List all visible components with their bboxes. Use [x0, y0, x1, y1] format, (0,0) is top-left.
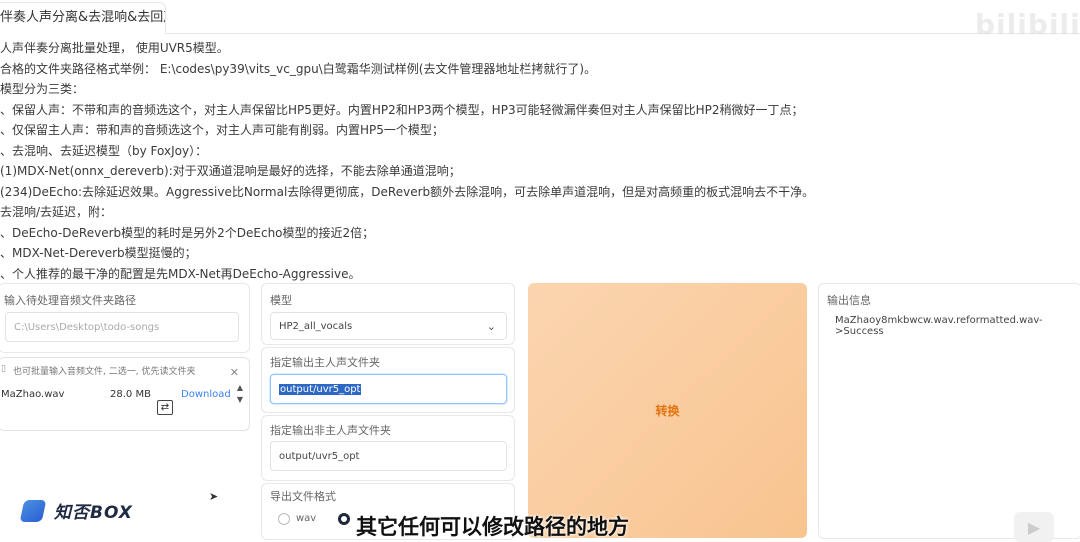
instruction-line: (234)DeEcho:去除延迟效果。Aggressive比Normal去除得更… [0, 184, 815, 199]
watermark-text: 知否BOX [54, 503, 133, 523]
vocal-folder-panel: 指定输出主人声文件夹 output/uvr5_opt [261, 347, 515, 413]
instruction-line: 、保留人声：不带和声的音频选这个，对主人声保留比HP5更好。内置HP2和HP3两… [0, 102, 804, 117]
convert-button[interactable]: 转换 [528, 283, 807, 538]
instruction-line: 、个人推荐的最干净的配置是先MDX-Net再DeEcho-Aggressive。 [0, 266, 361, 281]
output-label: 输出信息 [827, 294, 871, 307]
output-textbox[interactable]: MaZhaoy8mkbwcw.wav.reformatted.wav->Succ… [827, 312, 1075, 340]
watermark-logo: 知否BOX [19, 498, 133, 523]
model-select[interactable]: HP2_all_vocals ⌄ [270, 312, 507, 340]
input-folder-field[interactable]: C:\Users\Desktop\todo-songs [5, 312, 239, 342]
output-text: MaZhaoy8mkbwcw.wav.reformatted.wav->Succ… [835, 315, 1043, 337]
instructions: 人声伴奏分离批量处理， 使用UVR5模型。 合格的文件夹路径格式举例： E:\c… [0, 38, 1000, 284]
output-panel: 输出信息 MaZhaoy8mkbwcw.wav.reformatted.wav-… [818, 283, 1080, 539]
model-selected-value: HP2_all_vocals [279, 320, 353, 332]
model-panel: 模型 HP2_all_vocals ⌄ [261, 283, 515, 345]
format-radio-selected[interactable] [338, 513, 350, 525]
instruction-line: 合格的文件夹路径格式举例： E:\codes\py39\vits_vc_gpu\… [0, 61, 597, 76]
mouse-cursor-icon: ➤ [209, 490, 219, 503]
instruction-line: 、去混响、去延迟模型（by FoxJoy）： [0, 143, 208, 158]
play-icon[interactable]: ▶ [1014, 512, 1054, 542]
input-folder-label: 输入待处理音频文件夹路径 [4, 294, 136, 307]
input-folder-panel: 输入待处理音频文件夹路径 C:\Users\Desktop\todo-songs [0, 283, 250, 353]
format-option-wav: wav [296, 513, 317, 524]
file-size: 28.0 MB [110, 389, 151, 400]
file-upload-hint: 也可批量输入音频文件, 二选一, 优先读文件夹 [13, 367, 196, 377]
video-subtitle: 其它任何可以修改路径的地方 [356, 515, 629, 539]
vocal-folder-label: 指定输出主人声文件夹 [270, 356, 380, 369]
instruction-line: 去混响/去延迟，附： [0, 205, 113, 219]
instrument-folder-label: 指定输出非主人声文件夹 [270, 424, 391, 437]
format-label: 导出文件格式 [270, 490, 336, 503]
model-label: 模型 [270, 294, 292, 307]
tab-bar: 伴奏人声分离&去混响&去回声 bilibili [0, 0, 1080, 41]
instrument-folder-value: output/uvr5_opt [279, 450, 360, 462]
instruction-line: 、MDX-Net-Dereverb模型挺慢的； [0, 246, 197, 260]
instruction-line: 、仅保留主人声：带和声的音频选这个，对主人声可能有削弱。内置HP5一个模型； [0, 123, 444, 137]
scroll-arrows-icon[interactable]: ▲ ▼ [237, 382, 243, 406]
tab-vocal-separation[interactable]: 伴奏人声分离&去混响&去回声 [0, 2, 166, 34]
vocal-folder-input[interactable]: output/uvr5_opt [270, 374, 507, 404]
watermark-mark-icon [19, 499, 47, 522]
instrument-folder-panel: 指定输出非主人声文件夹 output/uvr5_opt [261, 415, 515, 481]
instruction-line: 人声伴奏分离批量处理， 使用UVR5模型。 [0, 41, 229, 55]
file-name: MaZhao.wav [1, 389, 65, 400]
format-radio-wav[interactable] [278, 513, 290, 525]
instrument-folder-input[interactable]: output/uvr5_opt [270, 441, 507, 471]
close-icon[interactable]: ✕ [230, 366, 239, 379]
file-icon: ▯ [1, 364, 6, 374]
input-folder-placeholder: C:\Users\Desktop\todo-songs [14, 321, 160, 333]
instruction-line: (1)MDX-Net(onnx_dereverb):对于双通道混响是最好的选择，… [0, 164, 461, 178]
instruction-line: 模型分为三类： [0, 82, 85, 96]
download-link[interactable]: Download [181, 389, 231, 400]
instruction-line: 、DeEcho-DeReverb模型的耗时是另外2个DeEcho模型的接近2倍； [0, 225, 375, 240]
vocal-folder-value: output/uvr5_opt [279, 383, 362, 395]
edit-image-icon[interactable]: ⇄ [157, 400, 173, 415]
chevron-down-icon: ⌄ [486, 320, 496, 333]
file-upload-box[interactable]: ▯ 也可批量输入音频文件, 二选一, 优先读文件夹 ✕ MaZhao.wav 2… [0, 357, 250, 431]
